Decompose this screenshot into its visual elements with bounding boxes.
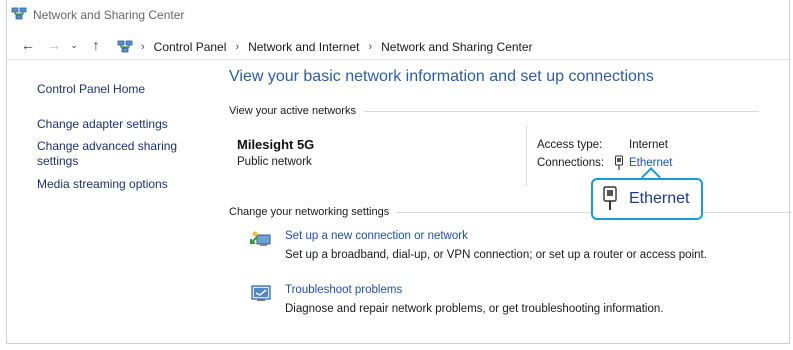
task-troubleshoot [249, 283, 273, 305]
troubleshoot-link[interactable]: Troubleshoot problems [285, 284, 402, 296]
change-settings-label: Change your networking settings [229, 206, 390, 218]
active-networks-section: View your active networks [229, 105, 759, 117]
breadcrumb-separator-icon[interactable]: › [141, 41, 145, 53]
troubleshoot-icon [251, 285, 271, 301]
window: Network and Sharing Center ← → ⌄ ↑ › Con… [6, 0, 793, 344]
sidebar-item-change-adapter-settings[interactable]: Change adapter settings [37, 117, 168, 132]
breadcrumb-separator-icon[interactable]: › [235, 41, 239, 53]
change-settings-section: Change your networking settings [229, 206, 793, 218]
up-arrow-icon[interactable]: ↑ [87, 36, 105, 54]
task-new-connection [249, 229, 273, 251]
access-type-label: Access type: [537, 139, 603, 151]
access-type-value: Internet [629, 139, 668, 151]
breadcrumb: › Control Panel › Network and Internet ›… [117, 38, 533, 56]
callout-label: Ethernet [629, 190, 690, 207]
callout-content: Ethernet [601, 186, 689, 212]
breadcrumb-network-and-sharing-center[interactable]: Network and Sharing Center [381, 40, 532, 54]
setup-connection-description: Set up a broadband, dial-up, or VPN conn… [285, 249, 707, 261]
troubleshoot-description: Diagnose and repair network problems, or… [285, 303, 664, 315]
sidebar-item-change-advanced-sharing-settings[interactable]: Change advanced sharing settings [37, 139, 187, 169]
ethernet-callout: Ethernet [591, 178, 703, 220]
forward-arrow-icon[interactable]: → [45, 36, 63, 54]
back-arrow-icon[interactable]: ← [19, 36, 37, 54]
breadcrumb-control-panel[interactable]: Control Panel [154, 40, 227, 54]
ethernet-icon [603, 186, 617, 210]
window-title: Network and Sharing Center [33, 8, 185, 22]
recent-locations-chevron-icon[interactable]: ⌄ [65, 36, 83, 54]
connections-label: Connections: [537, 157, 605, 169]
title-bar: Network and Sharing Center [7, 0, 789, 30]
network-divider [526, 125, 527, 186]
network-center-icon [117, 40, 133, 53]
sidebar-item-control-panel-home[interactable]: Control Panel Home [37, 82, 145, 97]
active-networks-label: View your active networks [229, 105, 356, 117]
setup-connection-link[interactable]: Set up a new connection or network [285, 230, 468, 242]
page-title: View your basic network information and … [229, 68, 654, 85]
network-name: Milesight 5G [237, 137, 315, 152]
network-center-icon [11, 7, 27, 20]
ethernet-icon [615, 155, 623, 170]
address-bar: ← → ⌄ ↑ › Control Panel › Network and In… [7, 31, 789, 60]
new-connection-icon [250, 231, 271, 246]
ethernet-connection-link[interactable]: Ethernet [613, 155, 672, 171]
sidebar-item-media-streaming-options[interactable]: Media streaming options [37, 177, 168, 192]
network-type[interactable]: Public network [237, 156, 312, 168]
breadcrumb-separator-icon[interactable]: › [368, 41, 372, 53]
breadcrumb-network-and-internet[interactable]: Network and Internet [248, 40, 359, 54]
section-divider [363, 110, 759, 112]
